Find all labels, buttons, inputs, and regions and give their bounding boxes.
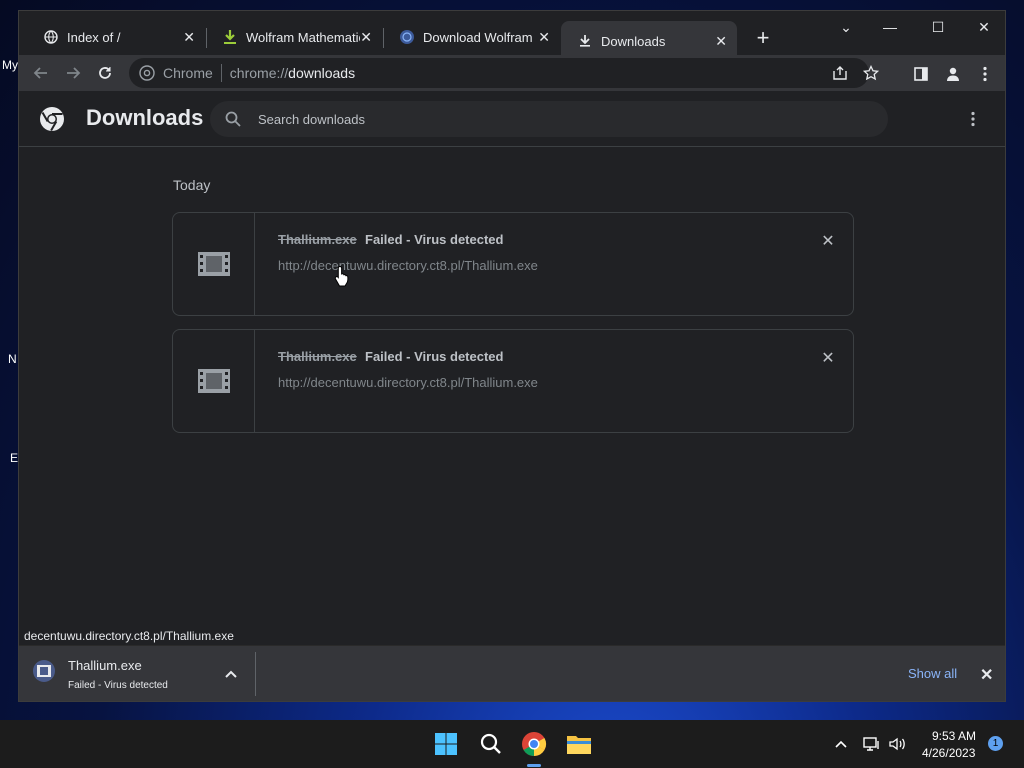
browser-menu-icon[interactable] — [975, 64, 995, 84]
download-filename[interactable]: Thallium.exe — [278, 349, 357, 364]
desktop-label-fragment: N — [8, 352, 17, 366]
link-status-bubble: decentuwu.directory.ct8.pl/Thallium.exe — [19, 626, 239, 646]
date-section-label: Today — [173, 177, 211, 193]
download-item: Thallium.exe Failed - Virus detected htt… — [172, 329, 854, 433]
forward-button[interactable] — [61, 61, 85, 85]
clock-time[interactable]: 9:53 AM — [932, 729, 976, 743]
tab-title: Download Wolfram M — [423, 29, 537, 45]
close-window-button[interactable]: ✕ — [969, 19, 999, 36]
reload-icon — [99, 67, 111, 79]
notification-badge[interactable]: 1 — [988, 736, 1003, 751]
chevron-up-icon[interactable] — [223, 666, 239, 682]
shelf-divider — [255, 652, 256, 696]
close-tab-icon[interactable]: ✕ — [715, 33, 727, 50]
search-downloads-box[interactable] — [210, 101, 888, 137]
globe-icon — [43, 29, 59, 45]
close-tab-icon[interactable]: ✕ — [538, 29, 550, 46]
close-tab-icon[interactable]: ✕ — [360, 29, 372, 46]
maximize-button[interactable]: ☐ — [923, 19, 953, 36]
wolfram-icon — [399, 29, 415, 45]
exe-file-icon[interactable] — [33, 660, 55, 682]
close-shelf-icon[interactable]: ✕ — [980, 665, 993, 685]
remove-item-icon[interactable]: ✕ — [819, 348, 837, 368]
chrome-logo-icon — [40, 107, 64, 132]
active-app-indicator — [527, 764, 541, 767]
download-filename[interactable]: Thallium.exe — [278, 232, 357, 247]
tab-wolfram-mathematica[interactable]: Wolfram Mathematica ✕ — [206, 21, 382, 53]
tab-download-wolfram[interactable]: Download Wolfram M ✕ — [383, 21, 560, 53]
shelf-status: Failed - Virus detected — [68, 680, 168, 691]
download-url[interactable]: http://decentuwu.directory.ct8.pl/Thalli… — [278, 258, 538, 273]
search-input[interactable] — [256, 110, 860, 128]
search-icon[interactable] — [477, 730, 505, 758]
download-status: Failed - Virus detected — [365, 232, 504, 247]
show-all-button[interactable]: Show all — [908, 666, 957, 681]
back-button[interactable] — [29, 61, 53, 85]
chrome-icon — [139, 65, 155, 81]
bookmark-star-icon[interactable] — [860, 62, 882, 84]
desktop-label-fragment: E — [10, 451, 19, 465]
file-explorer-icon[interactable] — [565, 730, 593, 758]
remove-item-icon[interactable]: ✕ — [819, 231, 837, 251]
tab-title: Downloads — [601, 33, 666, 49]
chrome-taskbar-icon[interactable] — [520, 730, 548, 758]
desktop-icons-strip: My N E — [0, 0, 18, 720]
tab-title: Index of / — [67, 29, 121, 45]
download-arrow-icon — [222, 29, 238, 45]
download-icon — [577, 33, 593, 49]
downloads-header: Downloads — [19, 91, 1005, 147]
windows-taskbar: 9:53 AM 4/26/2023 1 — [0, 720, 1024, 768]
download-item: Thallium.exe Failed - Virus detected htt… — [172, 212, 854, 316]
omnibox-separator — [220, 64, 222, 82]
share-icon[interactable] — [829, 62, 851, 84]
search-icon — [225, 111, 241, 127]
side-panel-icon[interactable] — [911, 64, 931, 84]
tab-title: Wolfram Mathematica — [246, 29, 360, 45]
new-tab-button[interactable]: + — [751, 25, 775, 51]
minimize-button[interactable]: — — [875, 19, 905, 35]
tab-search-button[interactable]: ⌄ — [831, 19, 861, 36]
reload-button[interactable] — [93, 61, 117, 85]
browser-toolbar: Chrome chrome:// downloads — [19, 55, 1005, 91]
close-tab-icon[interactable]: ✕ — [183, 29, 195, 46]
tab-index-of[interactable]: Index of / ✕ — [27, 21, 205, 53]
start-button[interactable] — [432, 730, 460, 758]
url-host: downloads — [288, 65, 356, 81]
clock-date[interactable]: 4/26/2023 — [922, 746, 975, 760]
file-icon — [173, 213, 255, 315]
file-icon — [173, 330, 255, 432]
arrow-right-icon — [67, 67, 81, 79]
shelf-filename[interactable]: Thallium.exe — [68, 658, 142, 673]
chevron-up-icon[interactable] — [831, 734, 851, 754]
address-bar[interactable]: Chrome chrome:// downloads — [129, 58, 879, 88]
downloads-menu-icon[interactable] — [963, 109, 983, 129]
tab-strip: Index of / ✕ Wolfram Mathematica ✕ Downl… — [19, 11, 1005, 61]
hand-cursor-icon — [334, 265, 349, 287]
download-url[interactable]: http://decentuwu.directory.ct8.pl/Thalli… — [278, 375, 538, 390]
download-shelf: Thallium.exe Failed - Virus detected Sho… — [19, 645, 1005, 701]
url-scheme: chrome:// — [229, 65, 289, 81]
network-icon[interactable] — [862, 734, 882, 754]
arrow-left-icon — [33, 67, 47, 79]
page-title: Downloads — [86, 105, 204, 130]
site-label: Chrome — [163, 65, 213, 81]
browser-window: Index of / ✕ Wolfram Mathematica ✕ Downl… — [18, 10, 1006, 702]
profile-icon[interactable] — [943, 64, 963, 84]
volume-icon[interactable] — [887, 734, 907, 754]
desktop-label-fragment: My — [2, 58, 18, 72]
download-status: Failed - Virus detected — [365, 349, 504, 364]
